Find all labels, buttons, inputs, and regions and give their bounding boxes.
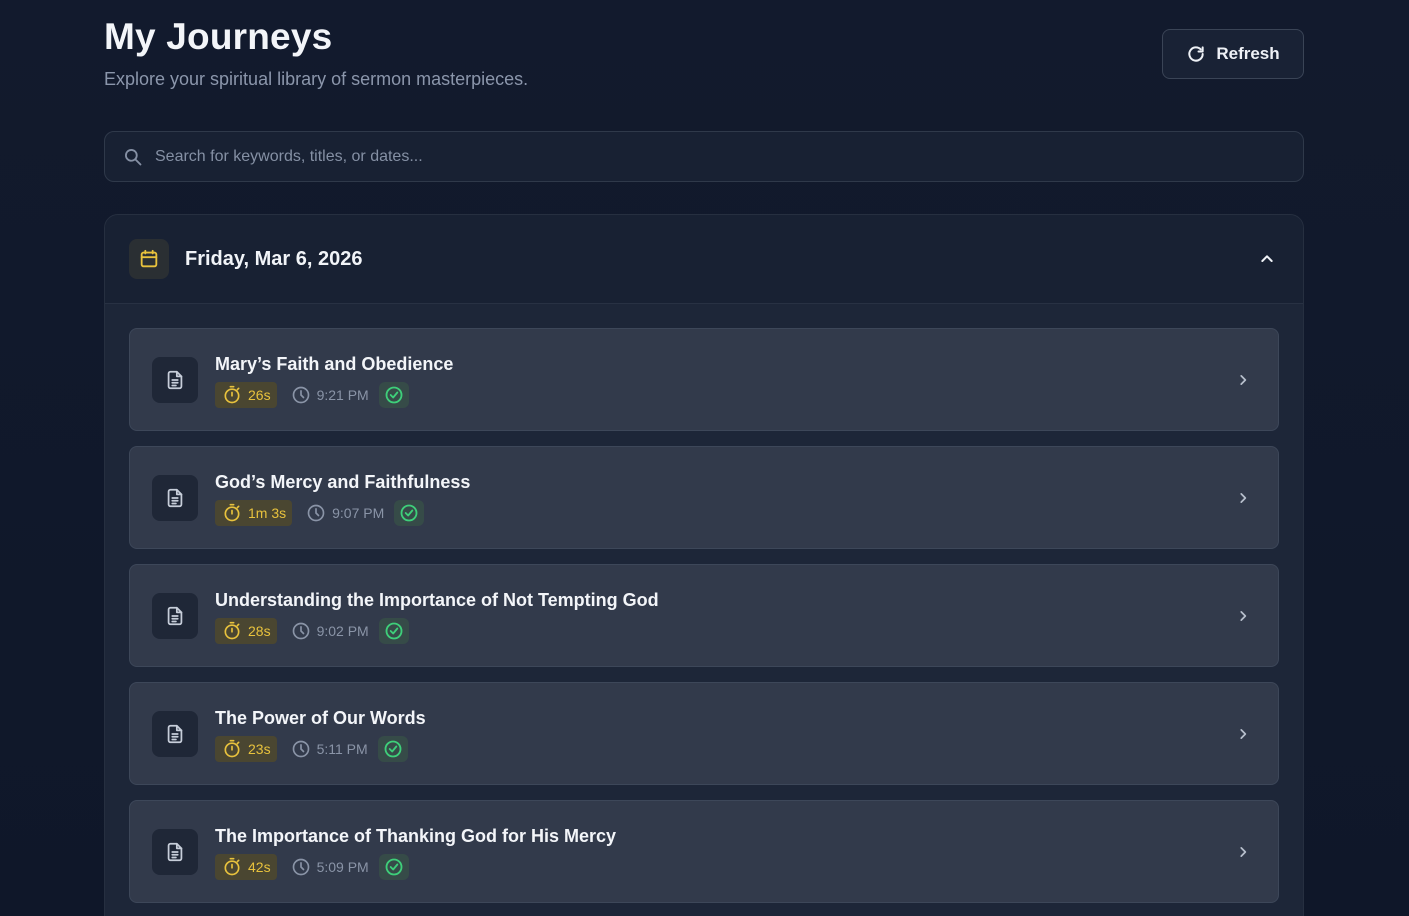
date-group-header[interactable]: Friday, Mar 6, 2026	[105, 215, 1303, 304]
duration-badge: 28s	[215, 618, 277, 644]
document-icon	[167, 488, 183, 508]
journey-list: Mary’s Faith and Obedience 26s 9:21 PM G…	[129, 328, 1279, 916]
time-stamp: 5:09 PM	[291, 857, 369, 877]
time-stamp: 9:21 PM	[291, 385, 369, 405]
chevron-right-icon[interactable]	[1236, 845, 1250, 859]
time-text: 5:11 PM	[316, 741, 368, 757]
journey-item[interactable]: Understanding the Importance of Not Temp…	[129, 564, 1279, 667]
duration-text: 42s	[248, 859, 271, 875]
chevron-right-icon[interactable]	[1236, 727, 1250, 741]
search-bar[interactable]	[104, 131, 1304, 182]
time-stamp: 9:07 PM	[306, 503, 384, 523]
journey-item[interactable]: Mary’s Faith and Obedience 26s 9:21 PM	[129, 328, 1279, 431]
journey-title: Mary’s Faith and Obedience	[215, 354, 454, 374]
duration-badge: 1m 3s	[215, 500, 293, 526]
clock-icon	[292, 858, 309, 876]
duration-text: 26s	[248, 387, 271, 403]
date-group-title: Friday, Mar 6, 2026	[185, 247, 363, 270]
clock-icon	[292, 622, 309, 640]
journey-title: Understanding the Importance of Not Temp…	[215, 590, 659, 610]
document-icon	[167, 606, 183, 626]
journey-item[interactable]: God’s Mercy and Faithfulness 1m 3s 9:07 …	[129, 446, 1279, 549]
page-header: My Journeys Explore your spiritual libra…	[104, 14, 528, 90]
status-badge	[394, 500, 425, 526]
duration-text: 28s	[248, 623, 271, 639]
journey-meta: 23s 5:11 PM	[215, 736, 408, 762]
document-badge	[152, 829, 198, 875]
duration-badge: 42s	[215, 854, 277, 880]
status-badge	[378, 618, 409, 644]
document-icon	[167, 842, 183, 862]
journey-meta: 42s 5:09 PM	[215, 854, 409, 880]
journey-meta: 1m 3s 9:07 PM	[215, 500, 425, 526]
page-subtitle: Explore your spiritual library of sermon…	[104, 69, 529, 89]
time-text: 5:09 PM	[316, 859, 369, 875]
stopwatch-icon	[224, 857, 240, 876]
document-badge	[152, 475, 198, 521]
time-stamp: 5:11 PM	[291, 739, 368, 759]
clock-icon	[292, 386, 309, 404]
journey-title: The Power of Our Words	[215, 708, 426, 728]
calendar-badge	[129, 239, 169, 279]
duration-badge: 26s	[215, 382, 277, 408]
calendar-icon	[140, 249, 158, 268]
check-circle-icon	[385, 622, 403, 640]
time-stamp: 9:02 PM	[291, 621, 369, 641]
document-icon	[167, 724, 183, 744]
journey-meta: 28s 9:02 PM	[215, 618, 409, 644]
chevron-right-icon[interactable]	[1236, 373, 1250, 387]
refresh-icon	[1188, 46, 1205, 62]
chevron-up-icon[interactable]	[1259, 251, 1275, 267]
time-text: 9:07 PM	[332, 505, 385, 521]
stopwatch-icon	[224, 503, 240, 522]
journey-title: The Importance of Thanking God for His M…	[215, 826, 617, 846]
journey-title: God’s Mercy and Faithfulness	[215, 472, 471, 492]
refresh-label: Refresh	[1216, 44, 1280, 63]
journeys-page: My Journeys Explore your spiritual libra…	[0, 0, 1409, 916]
refresh-button[interactable]: Refresh	[1162, 29, 1304, 79]
duration-text: 1m 3s	[248, 505, 287, 521]
status-badge	[377, 736, 408, 762]
time-text: 9:02 PM	[316, 623, 369, 639]
check-circle-icon	[385, 386, 403, 404]
status-badge	[378, 382, 409, 408]
duration-text: 23s	[248, 741, 271, 757]
date-group: Friday, Mar 6, 2026 Mary’s Faith and Obe…	[104, 214, 1304, 916]
journey-meta: 26s 9:21 PM	[215, 382, 409, 408]
clock-icon	[307, 504, 325, 522]
stopwatch-icon	[224, 739, 240, 758]
time-text: 9:21 PM	[316, 387, 369, 403]
chevron-right-icon[interactable]	[1236, 609, 1250, 623]
chevron-right-icon[interactable]	[1236, 491, 1250, 505]
duration-badge: 23s	[215, 736, 277, 762]
document-icon	[167, 370, 183, 390]
journey-item[interactable]: The Importance of Thanking God for His M…	[129, 800, 1279, 903]
document-badge	[152, 357, 198, 403]
status-badge	[378, 854, 409, 880]
stopwatch-icon	[224, 385, 240, 404]
clock-icon	[292, 740, 309, 758]
search-icon	[125, 148, 142, 165]
check-circle-icon	[400, 504, 418, 522]
document-badge	[152, 593, 198, 639]
journey-item[interactable]: The Power of Our Words 23s 5:11 PM	[129, 682, 1279, 785]
document-badge	[152, 711, 198, 757]
stopwatch-icon	[224, 621, 240, 640]
check-circle-icon	[385, 858, 403, 876]
page-title: My Journeys	[104, 16, 333, 57]
check-circle-icon	[384, 740, 402, 758]
search-input[interactable]	[155, 147, 1303, 166]
